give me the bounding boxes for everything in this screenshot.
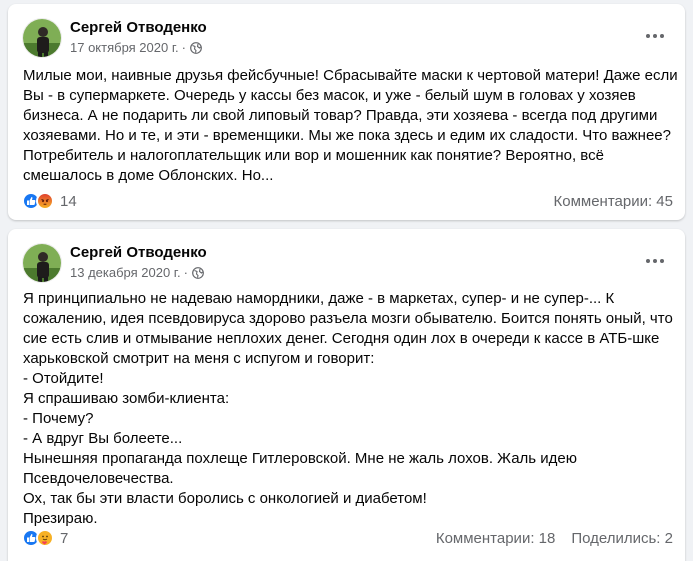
post-text-line: Ох, так бы эти власти боролись с онколог… — [23, 490, 427, 507]
post-text-line: харьковской смотрит на меня с испугом и … — [23, 350, 375, 367]
globe-icon[interactable] — [190, 41, 202, 54]
post-text-line: Потребитель и налогоплательщик или вор и… — [23, 147, 604, 164]
post-card: Сергей Отводенко 17 октября 2020 г. · Ми… — [8, 4, 685, 220]
globe-icon[interactable] — [192, 266, 204, 279]
post-date[interactable]: 17 октября 2020 г. — [70, 40, 179, 55]
post-text-line: Вы - в супермаркете. Очередь у кассы без… — [23, 87, 636, 104]
post-text-line: - Отойдите! — [23, 370, 104, 387]
avatar[interactable] — [22, 243, 62, 283]
reaction-count[interactable]: 7 — [60, 530, 68, 547]
author-name[interactable]: Сергей Отводенко — [70, 244, 207, 261]
post-text-line: сожалению, идея псевдовируса здорово раз… — [23, 310, 673, 327]
post-text-line: Псевдочеловечества. — [23, 470, 174, 487]
post-text-line: Я принципиально не надеваю намордники, д… — [23, 290, 615, 307]
post-date[interactable]: 13 декабря 2020 г. — [70, 265, 181, 280]
post-text-line: бизнеса. А не подарить ли свой липовый т… — [23, 107, 658, 124]
reaction-count[interactable]: 14 — [60, 193, 77, 210]
post-text-line: Я спрашиваю зомби-клиента: — [23, 390, 230, 407]
post-text-line: - А вдруг Вы болеете... — [23, 430, 183, 447]
reactions-summary[interactable]: 14 — [22, 192, 77, 210]
reactions-summary[interactable]: 7 — [22, 529, 68, 547]
avatar[interactable] — [22, 18, 62, 58]
post-footer: 14 Комментарии: 45 — [22, 190, 673, 212]
care-icon — [36, 529, 54, 547]
comments-count[interactable]: Комментарии: 18 — [436, 530, 556, 547]
more-options-icon[interactable] — [641, 26, 669, 46]
post-text-line: Презираю. — [23, 510, 98, 527]
post-text-line: - Почему? — [23, 410, 94, 427]
post-text-line: хозяевами. Но и те, и эти - временщики. … — [23, 127, 671, 144]
post-footer: 7 Комментарии: 18 Поделились: 2 — [22, 527, 673, 549]
post-meta: 13 декабря 2020 г. · — [70, 265, 204, 280]
angry-icon — [36, 192, 54, 210]
post-card: Сергей Отводенко 13 декабря 2020 г. · Я … — [8, 229, 685, 561]
post-text: Я принципиально не надеваю намордники, д… — [23, 289, 673, 529]
more-options-icon[interactable] — [641, 251, 669, 271]
post-text-line: сие есть слив и отмывание неплохих денег… — [23, 330, 660, 347]
comments-count[interactable]: Комментарии: 45 — [554, 193, 674, 210]
shares-count[interactable]: Поделились: 2 — [571, 530, 673, 547]
meta-separator: · — [183, 265, 188, 280]
post-text: Милые мои, наивные друзья фейсбучные! Сб… — [23, 66, 678, 186]
post-text-line: Нынешняя пропаганда похлеще Гитлеровской… — [23, 450, 577, 467]
post-text-line: Милые мои, наивные друзья фейсбучные! Сб… — [23, 67, 678, 84]
author-name[interactable]: Сергей Отводенко — [70, 19, 207, 36]
meta-separator: · — [181, 40, 186, 55]
post-meta: 17 октября 2020 г. · — [70, 40, 202, 55]
post-text-line: смешалось в доме Облонских. Но... — [23, 167, 274, 184]
